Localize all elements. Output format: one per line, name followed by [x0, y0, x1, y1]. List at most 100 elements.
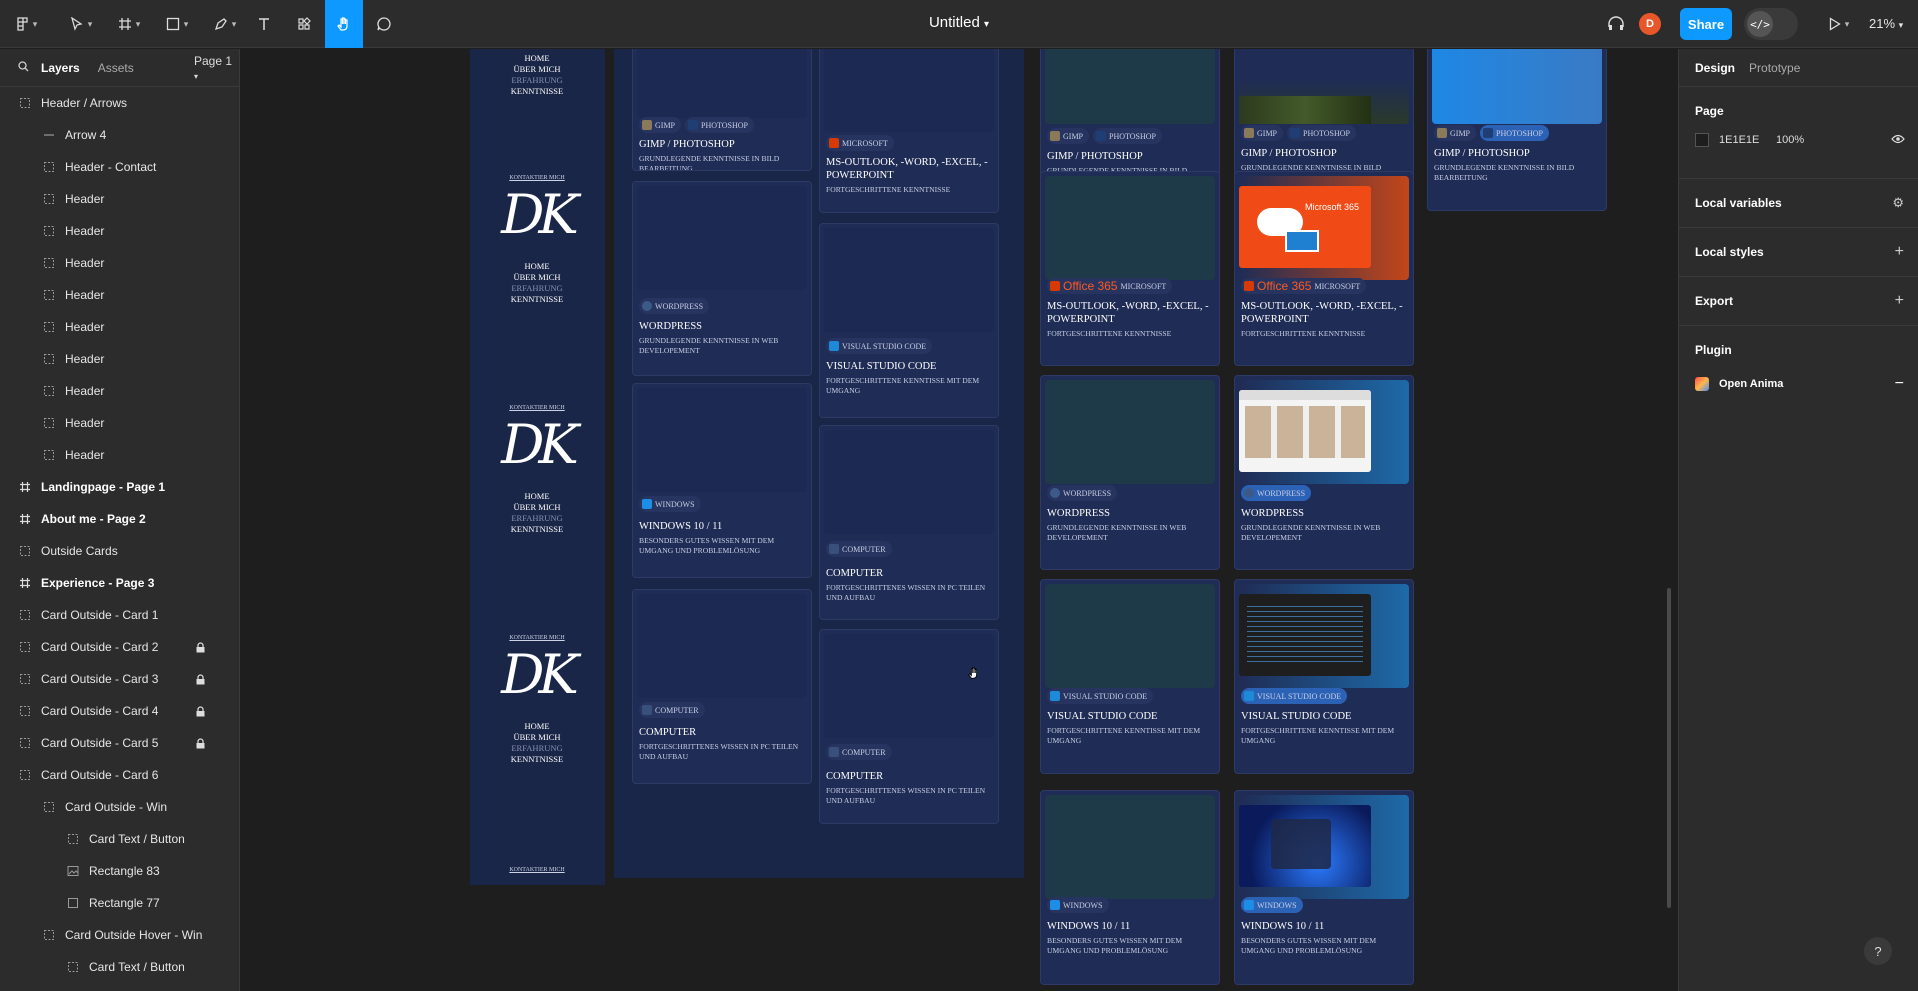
badge-wordpress[interactable]: WORDPRESS — [1047, 485, 1118, 501]
layer-row[interactable]: Card Text / Button — [0, 823, 239, 855]
zoom-control[interactable]: 21% ▾ — [1869, 16, 1903, 31]
badge-office365[interactable]: Office 365 MICROSOFT — [1241, 278, 1367, 294]
nav-experience[interactable]: ERFAHRUNG — [470, 743, 604, 754]
tab-design[interactable]: Design — [1695, 61, 1735, 75]
page-fill-row[interactable]: 1E1E1E 100% — [1695, 133, 1905, 147]
card-hover-gimp-blue[interactable]: GIMP PHOTOSHOP GIMP / PHOTOSHOP GRUNDLEGE… — [1427, 49, 1607, 211]
nav-experience[interactable]: ERFAHRUNG — [470, 75, 604, 86]
nav-skills[interactable]: KENNTNISSE — [470, 294, 604, 305]
nav-about[interactable]: ÜBER MICH — [470, 64, 604, 75]
badge-microsoft[interactable]: MICROSOFT — [826, 135, 894, 151]
page-color-swatch[interactable] — [1695, 133, 1709, 147]
nav-contact-link[interactable]: KONTAKTIER MICH — [470, 175, 604, 181]
help-button[interactable]: ? — [1864, 937, 1892, 965]
layer-row[interactable]: Header — [0, 311, 239, 343]
plugin-row[interactable]: Open Anima − — [1695, 374, 1904, 394]
tab-assets[interactable]: Assets — [98, 61, 134, 75]
card-hover-wordpress[interactable]: WORDPRESS WORDPRESS GRUNDLEGENDE KENNTNIS… — [1234, 375, 1414, 570]
badge-windows[interactable]: WINDOWS — [1047, 897, 1109, 913]
variables-settings-icon[interactable]: ⚙ — [1892, 195, 1904, 211]
card-hover-windows[interactable]: WINDOWS WINDOWS 10 / 11 BESONDERS GUTES W… — [1234, 790, 1414, 985]
frame-tool-button[interactable]: ▾ — [110, 8, 148, 40]
layer-row[interactable]: Header — [0, 343, 239, 375]
page-opacity-value[interactable]: 100% — [1776, 134, 1804, 146]
layer-row[interactable]: Arrow 4 — [0, 119, 239, 151]
nav-contact-link[interactable]: KONTAKTIER MICH — [470, 867, 604, 873]
lock-icon[interactable] — [196, 642, 205, 656]
layer-row[interactable]: Header — [0, 215, 239, 247]
page-color-value[interactable]: 1E1E1E — [1719, 134, 1776, 146]
search-icon[interactable] — [18, 60, 29, 75]
card-hover-vscode[interactable]: VISUAL STUDIO CODE VISUAL STUDIO CODE FOR… — [1234, 579, 1414, 774]
layer-row[interactable]: About me - Page 2 — [0, 503, 239, 535]
audio-huddle-button[interactable] — [1604, 8, 1628, 40]
layer-row[interactable]: Card Outside - Card 2 — [0, 631, 239, 663]
layer-row[interactable]: Card Outside - Card 4 — [0, 695, 239, 727]
layer-row[interactable]: Header — [0, 375, 239, 407]
dev-mode-toggle[interactable]: </> — [1744, 8, 1798, 40]
badge-office365[interactable]: Office 365 MICROSOFT — [1047, 278, 1173, 294]
eye-icon[interactable] — [1891, 134, 1905, 147]
comment-tool-button[interactable] — [372, 8, 396, 40]
badge-photoshop[interactable]: PHOTOSHOP — [1093, 128, 1162, 144]
badge-computer[interactable]: COMPUTER — [826, 744, 892, 760]
nav-home[interactable]: HOME — [470, 261, 604, 272]
layer-row[interactable]: Header — [0, 439, 239, 471]
add-export-icon[interactable]: + — [1895, 293, 1904, 309]
badge-photoshop[interactable]: PHOTOSHOP — [685, 117, 754, 133]
layer-row[interactable]: Header — [0, 407, 239, 439]
nav-home[interactable]: HOME — [470, 491, 604, 502]
layer-row[interactable]: Experience - Page 3 — [0, 567, 239, 599]
badge-gimp[interactable]: GIMP — [1241, 125, 1284, 141]
nav-home[interactable]: HOME — [470, 53, 604, 64]
layer-row[interactable]: Card Outside - Card 1 — [0, 599, 239, 631]
card-windows[interactable]: WINDOWS WINDOWS 10 / 11 BESONDERS GUTES W… — [632, 383, 812, 578]
layer-row[interactable]: Rectangle 77 — [0, 887, 239, 919]
badge-photoshop[interactable]: PHOTOSHOP — [1480, 125, 1549, 141]
nav-experience[interactable]: ERFAHRUNG — [470, 283, 604, 294]
layer-row[interactable]: Header — [0, 247, 239, 279]
nav-experience[interactable]: ERFAHRUNG — [470, 513, 604, 524]
layer-row[interactable]: Landingpage - Page 1 — [0, 471, 239, 503]
layer-row[interactable]: Header - Contact — [0, 151, 239, 183]
avatar[interactable]: D — [1639, 13, 1661, 35]
tab-layers[interactable]: Layers — [41, 61, 80, 75]
layer-row[interactable]: Header — [0, 279, 239, 311]
nav-about[interactable]: ÜBER MICH — [470, 502, 604, 513]
pen-tool-button[interactable]: ▾ — [206, 8, 244, 40]
lock-icon[interactable] — [196, 738, 205, 752]
badge-gimp[interactable]: GIMP — [1434, 125, 1477, 141]
badge-photoshop[interactable]: PHOTOSHOP — [1287, 125, 1356, 141]
tab-prototype[interactable]: Prototype — [1749, 61, 1800, 75]
file-title-button[interactable]: Untitled ▾ — [929, 14, 989, 31]
nav-contact-link[interactable]: KONTAKTIER MICH — [470, 405, 604, 411]
nav-skills[interactable]: KENNTNISSE — [470, 86, 604, 97]
card-hover-microsoft[interactable]: Microsoft 365 Office 365 MICROSOFT MS-OUT… — [1234, 171, 1414, 366]
card-microsoft[interactable]: MICROSOFT MS-OUTLOOK, -WORD, -EXCEL, -PO… — [819, 49, 999, 213]
canvas-scrollbar[interactable] — [1667, 588, 1671, 908]
layer-row[interactable]: Card Outside - Card 6 — [0, 759, 239, 791]
layer-row[interactable]: Card Outside - Win — [0, 791, 239, 823]
card-outside-wordpress[interactable]: WORDPRESS WORDPRESS GRUNDLEGENDE KENNTNIS… — [1040, 375, 1220, 570]
nav-skills[interactable]: KENNTNISSE — [470, 754, 604, 765]
badge-vscode[interactable]: VISUAL STUDIO CODE — [1241, 688, 1348, 704]
badge-windows[interactable]: WINDOWS — [639, 496, 701, 512]
layer-row[interactable]: Card Text / Button — [0, 951, 239, 983]
badge-computer[interactable]: COMPUTER — [639, 702, 705, 718]
card-computer[interactable]: COMPUTER COMPUTER FORTGESCHRITTENES WISSE… — [632, 589, 812, 784]
nav-about[interactable]: ÜBER MICH — [470, 732, 604, 743]
add-style-icon[interactable]: + — [1895, 244, 1904, 260]
layer-row[interactable]: Card Outside - Card 3 — [0, 663, 239, 695]
card-outside-windows[interactable]: WINDOWS WINDOWS 10 / 11 BESONDERS GUTES W… — [1040, 790, 1220, 985]
badge-gimp[interactable]: GIMP — [1047, 128, 1090, 144]
share-button[interactable]: Share — [1680, 8, 1732, 40]
hand-tool-button[interactable] — [325, 0, 363, 48]
card-gimp[interactable]: GIMP PHOTOSHOP GIMP / PHOTOSHOP GRUNDLEGE… — [632, 49, 812, 171]
card-vscode[interactable]: VISUAL STUDIO CODE VISUAL STUDIO CODE FOR… — [819, 223, 999, 418]
badge-wordpress[interactable]: WORDPRESS — [1241, 485, 1312, 501]
present-button[interactable]: ▾ — [1822, 8, 1856, 40]
nav-about[interactable]: ÜBER MICH — [470, 272, 604, 283]
layer-row[interactable]: Card Outside Hover - Win — [0, 919, 239, 951]
badge-vscode[interactable]: VISUAL STUDIO CODE — [826, 338, 933, 354]
layer-row[interactable]: Card Outside - Card 5 — [0, 727, 239, 759]
